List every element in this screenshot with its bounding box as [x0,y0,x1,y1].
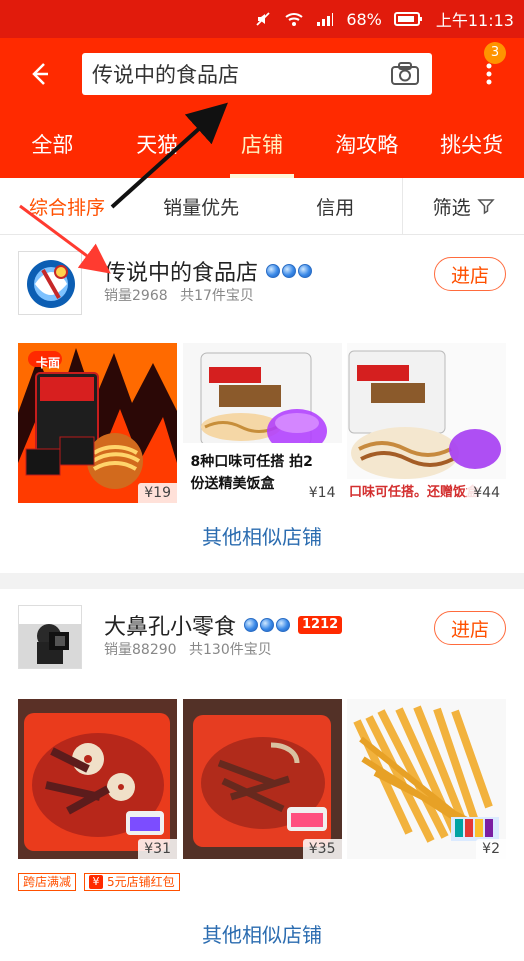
product-card[interactable]: ¥2 [347,699,506,859]
rating-diamond-icon [244,618,259,632]
filter-button[interactable]: 筛选 [402,178,524,234]
back-button[interactable] [16,50,64,98]
product-price: ¥14 [302,483,342,503]
shop-logo-image [19,606,81,668]
wifi-icon [284,11,304,27]
tab-label: 淘攻略 [335,133,399,157]
tab-picks[interactable]: 挑尖货 [419,110,524,178]
product-image [182,699,342,859]
tab-label: 全部 [31,133,74,157]
message-badge: 3 [484,42,506,64]
shop-name[interactable]: 传说中的食品店 [104,255,313,287]
shop-meta: 销量88290 共130件宝贝 [104,639,272,659]
sort-credit[interactable]: 信用 [268,178,402,234]
shop-header: 大鼻孔小零食 1212 销量88290 共130件宝贝 进店 [0,589,524,669]
shop-rating-icons [266,264,313,278]
product-card[interactable]: 卡面 ¥19 [18,343,177,503]
shop-logo[interactable] [18,251,82,315]
sort-label: 销量优先 [163,196,240,219]
enter-shop-button[interactable]: 进店 [434,257,506,291]
search-header: 传说中的食品店 3 [0,38,524,110]
tab-tmall[interactable]: 天猫 [105,110,210,178]
shop-logo-image [19,252,81,314]
shop-logo[interactable] [18,605,82,669]
promo-badge: 1212 [298,616,343,634]
tab-guides[interactable]: 淘攻略 [314,110,419,178]
product-card[interactable]: ¥31 [18,699,177,859]
sort-bar: 综合排序 销量优先 信用 筛选 [0,178,524,235]
shop-item-count: 共17件宝贝 [180,288,254,304]
product-image [18,699,177,859]
shop-name-text: 大鼻孔小零食 [104,615,237,640]
section-gap [0,573,524,589]
back-icon [32,63,48,85]
search-query: 传说中的食品店 [92,63,239,87]
product-row: ¥31 ¥35 ¥2 [18,699,506,859]
shop-card: 大鼻孔小零食 1212 销量88290 共130件宝贝 进店 ¥31 ¥35 ¥… [0,589,524,961]
yen-icon: ¥ [89,875,104,889]
product-image-text: 卡面 [36,356,61,370]
enter-shop-button[interactable]: 进店 [434,611,506,645]
sort-comprehensive[interactable]: 综合排序 [0,178,134,234]
tab-shops[interactable]: 店铺 [210,110,315,178]
shop-card: 传说中的食品店 销量2968 共17件宝贝 进店 卡面 ¥19 8种口味可任搭 … [0,235,524,573]
product-price: ¥2 [476,839,506,859]
rating-diamond-icon [282,264,297,278]
signal-icon [316,11,334,27]
shop-item-count: 共130件宝贝 [189,642,272,658]
tab-label: 挑尖货 [440,133,504,157]
product-image-text: 8种口味可任搭 拍2份送精美饭盒 [190,454,313,492]
product-price: ¥35 [302,839,342,859]
product-row: 卡面 ¥19 8种口味可任搭 拍2份送精美饭盒 ¥14 口味可任搭。还赠饭盒 ¥… [18,343,506,503]
shop-name[interactable]: 大鼻孔小零食 1212 [104,609,343,641]
product-card[interactable]: 口味可任搭。还赠饭盒 ¥44 [347,343,506,503]
shop-header: 传说中的食品店 销量2968 共17件宝贝 进店 [0,235,524,315]
product-price: ¥31 [138,839,177,859]
product-image [347,343,506,503]
coupon-row: 跨店满减 ¥ 5元店铺红包 [18,873,180,891]
coupon-label: 5元店铺红包 [107,875,175,889]
product-card[interactable]: 8种口味可任搭 拍2份送精美饭盒 ¥14 [182,343,342,503]
sort-sales[interactable]: 销量优先 [134,178,268,234]
shop-sales: 销量2968 [104,288,168,304]
sort-label: 信用 [316,196,355,219]
filter-icon [476,199,495,215]
sort-label: 综合排序 [29,196,106,219]
similar-shops-link[interactable]: 其他相似店铺 [0,521,524,550]
camera-button[interactable] [388,57,422,91]
product-image [347,699,506,859]
rating-diamond-icon [260,618,275,632]
search-tabs: 全部 天猫 店铺 淘攻略 挑尖货 [0,110,524,178]
camera-icon [391,62,419,85]
shop-rating-icons [244,618,291,632]
search-input[interactable]: 传说中的食品店 [82,53,432,95]
product-image-text: 口味可任搭。还赠饭盒 [349,485,480,500]
filter-label: 筛选 [432,196,471,219]
status-bar: 68% 上午11:13 [0,0,524,38]
clock: 上午11:13 [435,11,514,30]
similar-shops-link[interactable]: 其他相似店铺 [0,919,524,948]
product-price: ¥44 [467,483,506,503]
tab-label: 店铺 [240,133,283,157]
coupon-tag[interactable]: ¥ 5元店铺红包 [84,873,180,891]
coupon-label: 跨店满减 [23,875,72,889]
more-icon [486,63,492,85]
shop-name-text: 传说中的食品店 [104,261,259,286]
shop-meta: 销量2968 共17件宝贝 [104,285,254,305]
battery-percent: 68% [346,9,382,29]
rating-diamond-icon [298,264,313,278]
shop-sales: 销量88290 [104,642,177,658]
tab-label: 天猫 [136,133,179,157]
rating-diamond-icon [266,264,281,278]
rating-diamond-icon [276,618,291,632]
product-price: ¥19 [138,483,177,503]
coupon-tag[interactable]: 跨店满减 [18,873,77,891]
mute-icon [254,10,272,28]
tab-all[interactable]: 全部 [0,110,105,178]
product-card[interactable]: ¥35 [182,699,342,859]
battery-icon [393,11,424,27]
